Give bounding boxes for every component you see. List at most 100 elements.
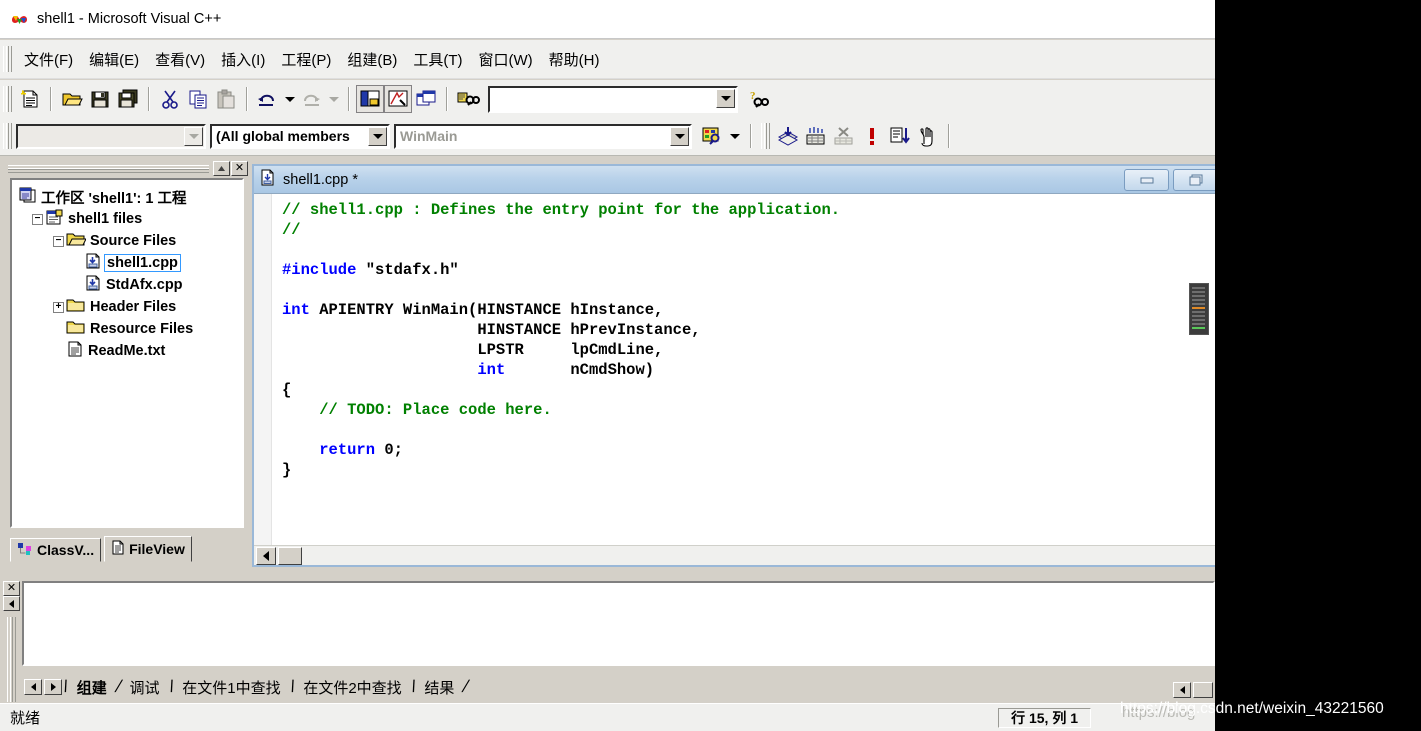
code-minimap-overlay[interactable] xyxy=(1189,283,1209,335)
undo-dropdown-icon[interactable] xyxy=(282,85,298,113)
tree-item-project[interactable]: − shell1 files xyxy=(32,208,242,230)
output-scroll-left-icon[interactable] xyxy=(1173,682,1191,698)
save-icon[interactable] xyxy=(86,85,114,113)
output-drag-grip[interactable] xyxy=(6,617,16,702)
scrollbar-thumb[interactable] xyxy=(278,546,302,565)
statusbar: 就绪 行 15, 列 1 xyxy=(0,703,1215,731)
wizardbar-function-combo[interactable]: WinMain xyxy=(394,123,692,149)
standard-toolbar-grip[interactable] xyxy=(3,86,12,112)
close-panel-icon[interactable]: ✕ xyxy=(231,160,248,176)
output-text-area[interactable] xyxy=(22,581,1215,666)
wizardbar-filter-arrow[interactable] xyxy=(368,126,387,146)
workspace-tree[interactable]: 工作区 'shell1': 1 工程 − shell1 files − Sour… xyxy=(10,178,244,528)
editor-selection-margin[interactable] xyxy=(254,194,272,565)
tree-item-stdafx-cpp[interactable]: StdAfx.cpp xyxy=(84,274,242,296)
insert-breakpoint-icon[interactable] xyxy=(914,122,942,150)
code-span: nCmdShow) xyxy=(505,361,655,379)
output-panel-icon[interactable] xyxy=(384,85,412,113)
folder-icon xyxy=(66,319,86,339)
find-in-files-icon[interactable] xyxy=(454,85,482,113)
compile-icon[interactable] xyxy=(774,122,802,150)
tree-item-workspace[interactable]: 工作区 'shell1': 1 工程 xyxy=(18,186,242,208)
scroll-left-icon[interactable] xyxy=(3,596,20,611)
minimize-icon[interactable] xyxy=(1124,168,1169,191)
classview-icon xyxy=(17,542,33,559)
find-help-icon[interactable]: ? xyxy=(746,85,774,113)
tree-item-header-files[interactable]: + Header Files xyxy=(53,296,242,318)
redo-icon[interactable] xyxy=(298,85,326,113)
stop-build-icon[interactable] xyxy=(830,122,858,150)
editor-window: shell1.cpp * // shell1.cpp: Defines the… xyxy=(252,164,1215,567)
wizard-action-icon[interactable] xyxy=(698,122,726,150)
save-all-icon[interactable] xyxy=(114,85,142,113)
output-tab-debug[interactable]: 调试 xyxy=(121,677,167,698)
undo-icon[interactable] xyxy=(254,85,282,113)
editor-tab-title: shell1.cpp * xyxy=(283,171,358,188)
tree-item-source-files[interactable]: − Source Files xyxy=(53,230,242,252)
output-scrollbar-thumb[interactable] xyxy=(1193,682,1213,698)
tab-classview[interactable]: ClassV... xyxy=(10,538,102,562)
tab-scroll-left-icon[interactable] xyxy=(24,679,42,695)
menu-file[interactable]: 文件(F) xyxy=(16,46,81,73)
output-tab-build[interactable]: 组建 xyxy=(69,677,115,698)
menu-tools[interactable]: 工具(T) xyxy=(405,46,470,73)
menu-view[interactable]: 查看(V) xyxy=(147,46,213,73)
scroll-left-icon[interactable] xyxy=(256,546,276,565)
tree-toggle-plus[interactable]: + xyxy=(53,301,64,313)
output-tab-find1[interactable]: 在文件1中查找 xyxy=(174,677,288,698)
new-file-icon[interactable] xyxy=(16,85,44,113)
tree-label: StdAfx.cpp xyxy=(106,277,183,293)
output-tab-results[interactable]: 结果 xyxy=(416,677,462,698)
redo-dropdown-icon[interactable] xyxy=(326,85,342,113)
workspace-panel-icon[interactable] xyxy=(356,85,384,113)
tree-item-resource-files[interactable]: Resource Files xyxy=(66,318,242,340)
toolbar-separator xyxy=(246,87,248,111)
menu-insert[interactable]: 插入(I) xyxy=(213,46,273,73)
build-icon[interactable] xyxy=(802,122,830,150)
window-list-icon[interactable] xyxy=(412,85,440,113)
tree-item-shell1-cpp[interactable]: shell1.cpp xyxy=(84,252,242,274)
output-hscroll[interactable] xyxy=(1171,682,1213,698)
output-tab-find2[interactable]: 在文件2中查找 xyxy=(295,677,409,698)
restore-icon[interactable] xyxy=(1173,168,1215,191)
execute-program-icon[interactable] xyxy=(858,122,886,150)
code-span: LPSTR lpCmdLine, xyxy=(282,341,664,359)
editor-horizontal-scrollbar[interactable] xyxy=(254,545,1215,565)
find-combo-arrow[interactable] xyxy=(716,88,735,108)
work-area: ✕ 工作区 'shell1': 1 工程 − shell1 files − So… xyxy=(0,156,1215,577)
menu-project[interactable]: 工程(P) xyxy=(273,46,339,73)
open-file-icon[interactable] xyxy=(58,85,86,113)
close-output-icon[interactable]: ✕ xyxy=(3,581,20,596)
watermark-url: https://blog.csdn.net/weixin_43221560 xyxy=(1120,700,1384,717)
tree-item-readme-txt[interactable]: ReadMe.txt xyxy=(66,340,242,362)
wizard-dropdown-icon[interactable] xyxy=(726,122,744,150)
toolbar-separator xyxy=(948,124,950,148)
wizardbar-class-combo[interactable] xyxy=(16,123,206,149)
code-span: "stdafx.h" xyxy=(356,261,459,279)
cut-icon[interactable] xyxy=(156,85,184,113)
go-debug-icon[interactable] xyxy=(886,122,914,150)
menu-edit[interactable]: 编辑(E) xyxy=(81,46,147,73)
minimize-panel-icon[interactable] xyxy=(213,160,230,176)
menu-build[interactable]: 组建(B) xyxy=(339,46,405,73)
paste-icon[interactable] xyxy=(212,85,240,113)
menu-help[interactable]: 帮助(H) xyxy=(541,46,608,73)
wizardbar-grip[interactable] xyxy=(3,123,12,149)
tree-label: shell1 files xyxy=(68,211,143,227)
tab-fileview[interactable]: FileView xyxy=(104,536,192,562)
menu-window[interactable]: 窗口(W) xyxy=(470,46,540,73)
tree-toggle-minus[interactable]: − xyxy=(32,213,43,225)
wizardbar-function-arrow[interactable] xyxy=(670,126,689,146)
wizardbar-class-arrow[interactable] xyxy=(184,126,203,146)
copy-icon[interactable] xyxy=(184,85,212,113)
code-line: LPSTR lpCmdLine, xyxy=(282,340,1215,360)
code-text-area[interactable]: // shell1.cpp : Defines the entry point … xyxy=(272,194,1215,565)
output-pane: ✕ \ 组建 / 调试 \ 在文件1中查找 \ 在文件2中查找 \ 结果 / xyxy=(0,578,1215,702)
workspace-drag-grip[interactable] xyxy=(8,164,209,173)
tree-toggle-minus[interactable]: − xyxy=(53,235,64,247)
menubar-grip[interactable] xyxy=(3,46,12,72)
build-toolbar-grip[interactable] xyxy=(761,123,770,149)
find-combo[interactable] xyxy=(488,85,738,113)
wizardbar-filter-combo[interactable]: (All global members xyxy=(210,123,390,149)
editor-titlebar[interactable]: shell1.cpp * xyxy=(254,166,1215,193)
